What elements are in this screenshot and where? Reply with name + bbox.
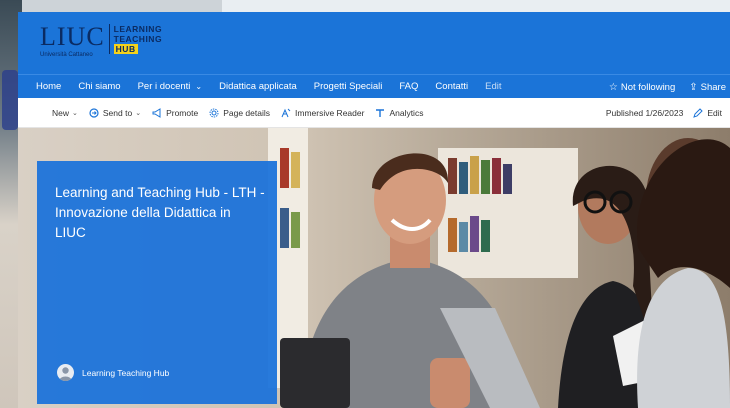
screen: LIUC Università Cattaneo LEARNING TEACHI…	[0, 0, 730, 408]
nav-actions: ☆ Not following ⇪ Share	[609, 75, 730, 99]
page-details-button[interactable]: Page details	[209, 108, 270, 118]
nav-edit[interactable]: Edit	[485, 81, 501, 92]
command-bar: New ⌄ Send to ⌄ Promote Page details Imm…	[18, 98, 730, 128]
star-icon: ☆	[608, 81, 618, 93]
page-details-label: Page details	[223, 107, 270, 118]
immersive-reader-icon	[281, 108, 291, 117]
background-strip-top	[22, 0, 222, 12]
nav-faq[interactable]: FAQ	[399, 81, 418, 92]
new-button[interactable]: New ⌄	[52, 108, 78, 118]
page-author[interactable]: Learning Teaching Hub	[57, 364, 169, 381]
site-navigation: Home Chi siamo Per i docenti ⌄ Didattica…	[18, 74, 730, 98]
analytics-label: Analytics	[389, 107, 424, 118]
logo-divider	[108, 24, 110, 54]
analytics-icon	[376, 108, 385, 117]
command-bar-right: Published 1/26/2023 Edit	[596, 98, 722, 128]
page-title: Learning and Teaching Hub - LTH - Innova…	[55, 185, 265, 240]
hero-banner: Learning and Teaching Hub - LTH - Innova…	[37, 161, 277, 404]
site-header: LIUC Università Cattaneo LEARNING TEACHI…	[18, 12, 730, 74]
person-icon	[59, 367, 72, 381]
follow-button[interactable]: ☆ Not following	[609, 82, 675, 93]
hero-section: Learning and Teaching Hub - LTH - Innova…	[18, 128, 730, 408]
chevron-down-icon: ⌄	[135, 109, 142, 117]
student-photo	[280, 153, 540, 408]
nav-progetti-speciali[interactable]: Progetti Speciali	[314, 81, 383, 92]
logo-learning: LEARNING	[113, 24, 163, 34]
send-to-button[interactable]: Send to ⌄	[89, 108, 141, 118]
published-status: Published 1/26/2023	[605, 108, 684, 118]
nav-per-i-docenti[interactable]: Per i docenti ⌄	[138, 81, 203, 92]
share-icon: ⇪	[689, 81, 698, 93]
student-photo	[637, 138, 730, 408]
edit-label: Edit	[707, 108, 722, 118]
immersive-reader-label: Immersive Reader	[295, 107, 365, 118]
analytics-button[interactable]: Analytics	[375, 108, 423, 118]
edit-button[interactable]: Edit	[693, 108, 722, 118]
immersive-reader-button[interactable]: Immersive Reader	[281, 108, 364, 118]
chevron-down-icon: ⌄	[195, 82, 203, 91]
logo-teaching: TEACHING	[113, 34, 163, 44]
share-label: Share	[700, 81, 726, 93]
nav-contatti[interactable]: Contatti	[435, 81, 468, 92]
author-name: Learning Teaching Hub	[82, 367, 170, 378]
nav-home[interactable]: Home	[36, 81, 61, 92]
sharepoint-window: LIUC Università Cattaneo LEARNING TEACHI…	[18, 12, 730, 408]
logo-subtitle: Università Cattaneo	[40, 52, 93, 58]
promote-label: Promote	[166, 107, 199, 118]
send-to-label: Send to	[102, 107, 133, 118]
nav-didattica-applicata[interactable]: Didattica applicata	[219, 81, 297, 92]
pencil-icon	[693, 108, 704, 118]
nav-per-i-docenti-label: Per i docenti	[137, 81, 191, 92]
new-label: New	[52, 107, 70, 118]
share-button[interactable]: ⇪ Share	[689, 82, 726, 93]
logo-hub: HUB	[113, 44, 138, 54]
site-logo[interactable]: LIUC Università Cattaneo LEARNING TEACHI…	[40, 22, 163, 59]
megaphone-icon	[152, 107, 161, 118]
gear-icon	[209, 108, 219, 117]
logo-liuc: LIUC	[40, 22, 105, 51]
nav-chi-siamo[interactable]: Chi siamo	[78, 81, 120, 92]
send-icon	[89, 107, 99, 118]
follow-label: Not following	[620, 81, 676, 93]
promote-button[interactable]: Promote	[152, 108, 198, 118]
chevron-down-icon: ⌄	[72, 109, 78, 117]
avatar	[57, 364, 74, 381]
